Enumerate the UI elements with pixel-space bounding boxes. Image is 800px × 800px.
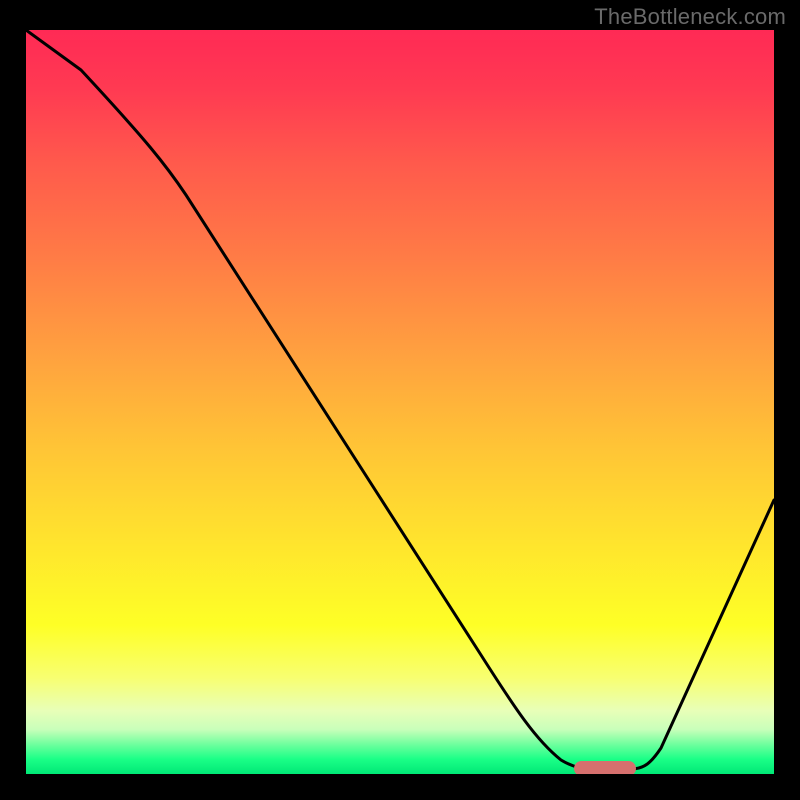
bottleneck-curve (26, 30, 774, 774)
watermark-text: TheBottleneck.com (594, 4, 786, 30)
plot-area (26, 30, 774, 774)
chart-frame: TheBottleneck.com (0, 0, 800, 800)
curve-path (26, 30, 774, 769)
optimal-range-indicator (574, 761, 636, 774)
